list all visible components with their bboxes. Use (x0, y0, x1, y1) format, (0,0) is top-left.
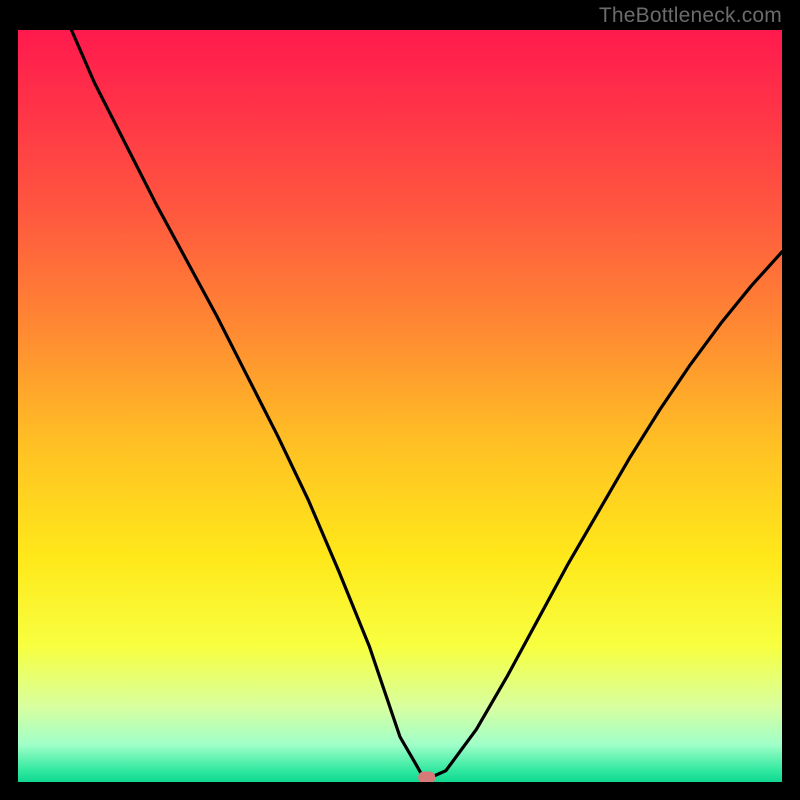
watermark-text: TheBottleneck.com (599, 4, 782, 28)
gradient-background (18, 30, 782, 782)
optimal-point-marker (419, 772, 435, 782)
plot-area (18, 30, 782, 782)
bottleneck-chart (18, 30, 782, 782)
chart-frame: TheBottleneck.com (0, 0, 800, 800)
